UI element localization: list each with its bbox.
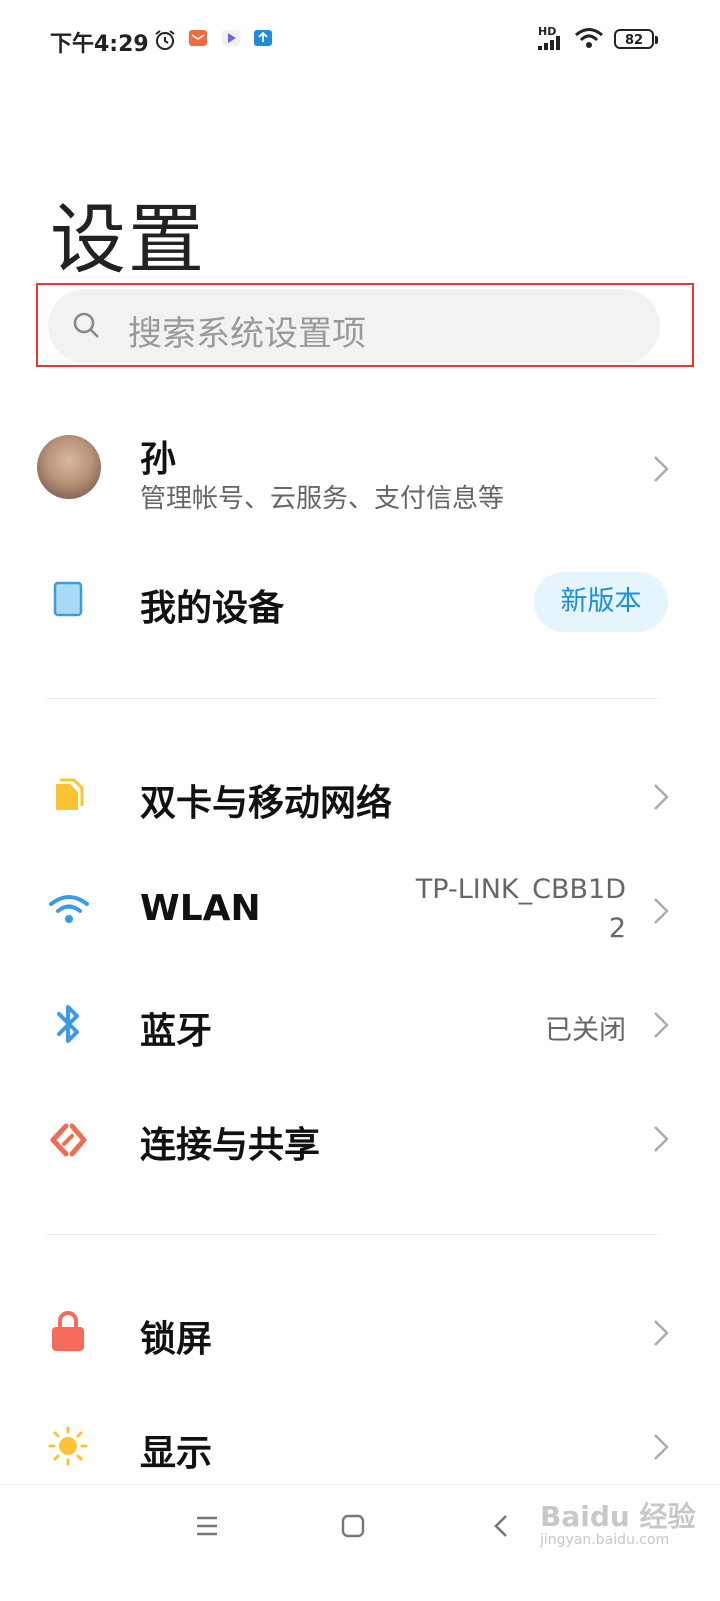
watermark-logo: Baidu 经验 [540,1500,696,1533]
back-icon[interactable] [492,1513,510,1539]
home-icon[interactable] [341,1514,365,1538]
chevron-right-icon [654,456,669,482]
search-highlight-box [36,283,694,367]
chevron-right-icon [654,1126,669,1152]
alarm-icon [155,30,175,50]
upload-app-icon [254,30,272,46]
watermark-url: jingyan.baidu.com [540,1532,670,1548]
connection-sharing-label: 连接与共享 [140,1125,321,1166]
new-version-badge[interactable]: 新版本 [534,572,668,632]
wifi-icon [49,895,89,923]
chevron-right-icon [654,898,669,924]
connection-sharing-icon [50,1123,87,1157]
wlan-label: WLAN [140,888,261,929]
wlan-network-name: TP-LINK_CBB1D [415,874,626,905]
lock-screen-label: 锁屏 [140,1319,213,1360]
bluetooth-icon [57,1005,79,1043]
divider [46,698,660,699]
status-time: 下午4:29 [50,32,149,57]
chevron-right-icon [654,784,669,810]
battery-indicator: 82 [614,29,658,49]
avatar [37,435,101,499]
mail-app-icon [189,30,207,46]
page-title: 设置 [50,195,206,284]
device-icon [53,581,83,617]
chevron-right-icon [654,1320,669,1346]
bluetooth-label: 蓝牙 [140,1011,213,1052]
lock-screen-row[interactable]: 锁屏 [0,1296,720,1372]
menu-icon[interactable] [195,1515,219,1537]
chevron-right-icon [654,1434,669,1460]
connection-sharing-row[interactable]: 连接与共享 [0,1102,720,1178]
display-label: 显示 [140,1433,213,1474]
my-device-label: 我的设备 [140,588,285,629]
lock-icon [52,1311,84,1351]
account-name: 孙 [140,439,177,480]
chevron-right-icon [654,1012,669,1038]
account-subtitle: 管理帐号、云服务、支付信息等 [140,484,505,514]
display-row[interactable]: 显示 [0,1410,720,1486]
dual-sim-label: 双卡与移动网络 [140,783,393,824]
wlan-network-name-line2: 2 [608,913,626,944]
video-app-icon [222,30,240,46]
sun-icon [48,1426,88,1466]
bluetooth-status: 已关闭 [545,1015,626,1046]
bluetooth-row[interactable]: 蓝牙 已关闭 [0,988,720,1064]
wifi-status-icon [575,28,603,48]
status-bar: 下午4:29 HD 82 [0,0,720,80]
wlan-row[interactable]: WLAN TP-LINK_CBB1D 2 [0,870,720,954]
sim-card-icon [56,778,84,810]
cellular-signal-icon [538,36,560,50]
account-row[interactable]: 孙 管理帐号、云服务、支付信息等 [0,420,720,520]
dual-sim-row[interactable]: 双卡与移动网络 [0,760,720,836]
divider [46,1234,660,1235]
